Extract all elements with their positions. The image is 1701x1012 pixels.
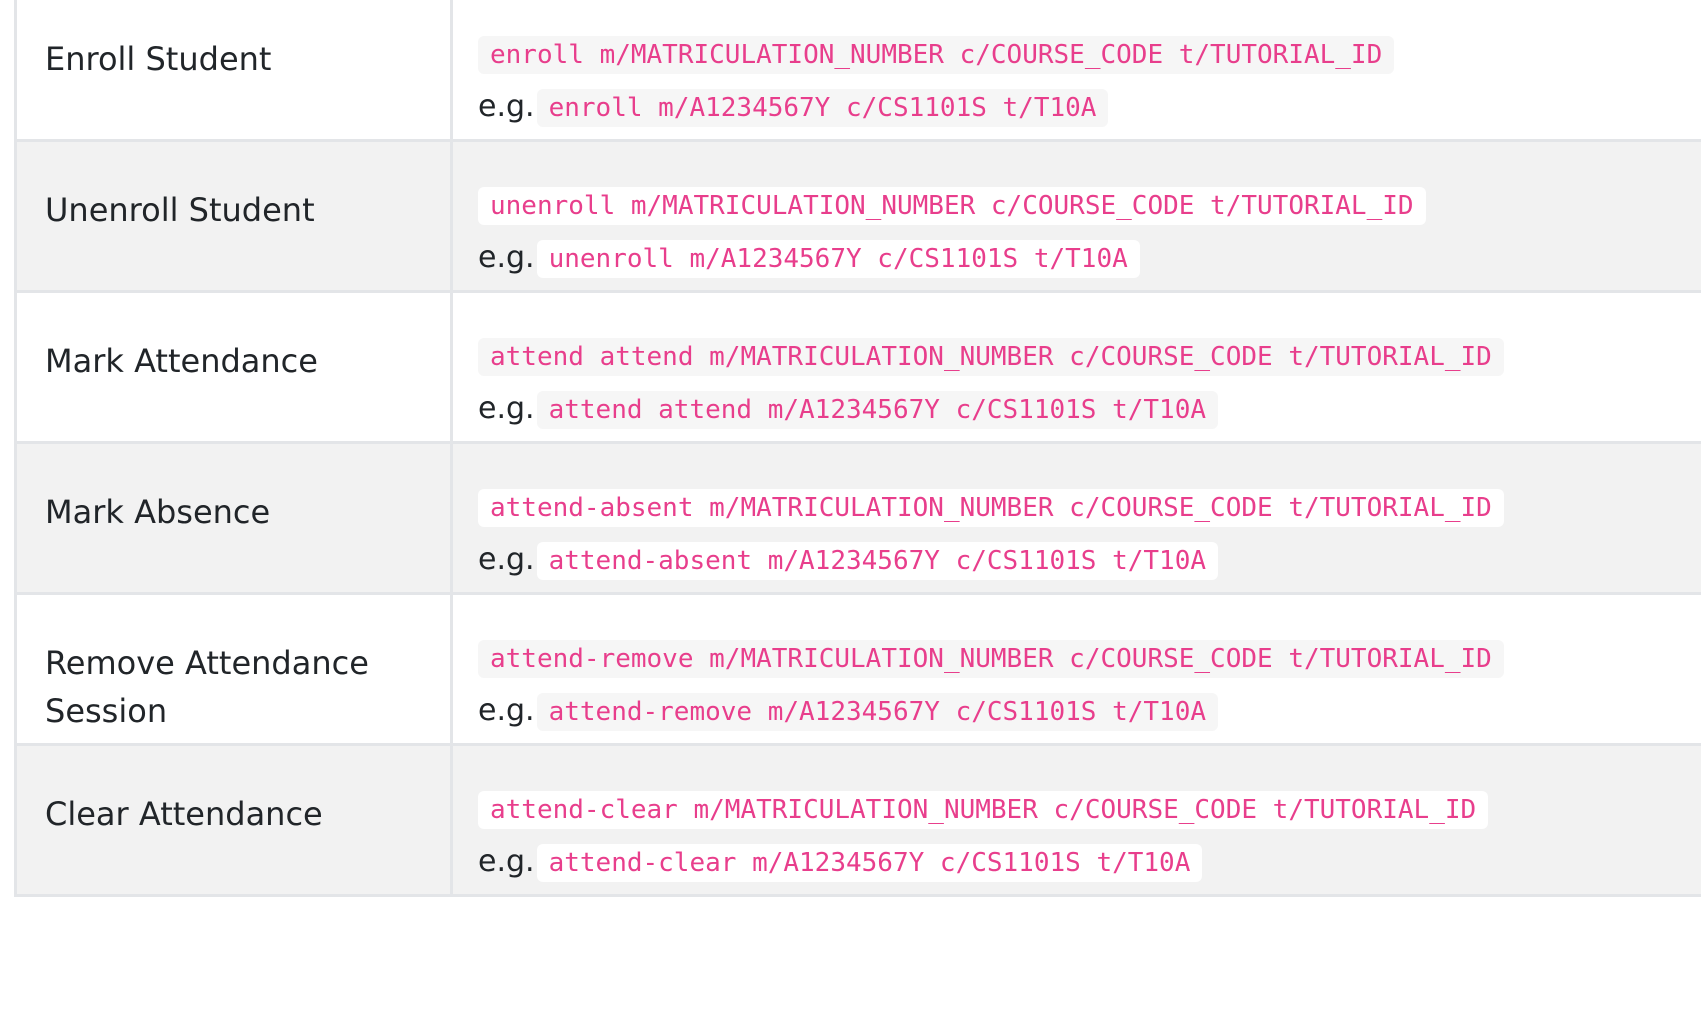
command-example: attend-absent m/A1234567Y c/CS1101S t/T1… — [536, 542, 1219, 580]
action-label: Unenroll Student — [45, 191, 315, 229]
command-summary-table: Enroll Student enroll m/MATRICULATION_NU… — [14, 0, 1701, 897]
action-cell: Mark Absence — [14, 441, 453, 595]
table-row: Enroll Student enroll m/MATRICULATION_NU… — [14, 0, 1701, 142]
example-prefix: e.g. — [478, 542, 535, 577]
command-format: attend-clear m/MATRICULATION_NUMBER c/CO… — [478, 791, 1489, 829]
command-format: attend-remove m/MATRICULATION_NUMBER c/C… — [478, 640, 1504, 678]
command-example: attend attend m/A1234567Y c/CS1101S t/T1… — [536, 391, 1219, 429]
command-format: unenroll m/MATRICULATION_NUMBER c/COURSE… — [478, 187, 1426, 225]
action-label: Enroll Student — [45, 40, 272, 78]
example-prefix: e.g. — [478, 844, 535, 879]
format-cell: attend-remove m/MATRICULATION_NUMBER c/C… — [450, 592, 1701, 746]
format-cell: enroll m/MATRICULATION_NUMBER c/COURSE_C… — [450, 0, 1701, 142]
table-row: Unenroll Student unenroll m/MATRICULATIO… — [14, 139, 1701, 293]
action-label: Remove Attendance Session — [45, 644, 369, 730]
format-cell: attend-clear m/MATRICULATION_NUMBER c/CO… — [450, 743, 1701, 897]
action-cell: Unenroll Student — [14, 139, 453, 293]
table-row: Mark Absence attend-absent m/MATRICULATI… — [14, 441, 1701, 595]
format-cell: attend attend m/MATRICULATION_NUMBER c/C… — [450, 290, 1701, 444]
example-prefix: e.g. — [478, 693, 535, 728]
example-prefix: e.g. — [478, 240, 535, 275]
command-format: attend attend m/MATRICULATION_NUMBER c/C… — [478, 338, 1504, 376]
action-label: Mark Attendance — [45, 342, 318, 380]
action-cell: Enroll Student — [14, 0, 453, 142]
action-cell: Clear Attendance — [14, 743, 453, 897]
command-example: unenroll m/A1234567Y c/CS1101S t/T10A — [536, 240, 1140, 278]
action-cell: Remove Attendance Session — [14, 592, 453, 746]
command-format: attend-absent m/MATRICULATION_NUMBER c/C… — [478, 489, 1504, 527]
format-cell: attend-absent m/MATRICULATION_NUMBER c/C… — [450, 441, 1701, 595]
action-label: Mark Absence — [45, 493, 271, 531]
table-row: Clear Attendance attend-clear m/MATRICUL… — [14, 743, 1701, 897]
action-label: Clear Attendance — [45, 795, 323, 833]
action-cell: Mark Attendance — [14, 290, 453, 444]
command-example: attend-remove m/A1234567Y c/CS1101S t/T1… — [536, 693, 1219, 731]
table-row: Remove Attendance Session attend-remove … — [14, 592, 1701, 746]
command-format: enroll m/MATRICULATION_NUMBER c/COURSE_C… — [478, 36, 1395, 74]
example-prefix: e.g. — [478, 391, 535, 426]
command-example: attend-clear m/A1234567Y c/CS1101S t/T10… — [536, 844, 1203, 882]
format-cell: unenroll m/MATRICULATION_NUMBER c/COURSE… — [450, 139, 1701, 293]
table-row: Mark Attendance attend attend m/MATRICUL… — [14, 290, 1701, 444]
command-example: enroll m/A1234567Y c/CS1101S t/T10A — [536, 89, 1109, 127]
example-prefix: e.g. — [478, 89, 535, 124]
